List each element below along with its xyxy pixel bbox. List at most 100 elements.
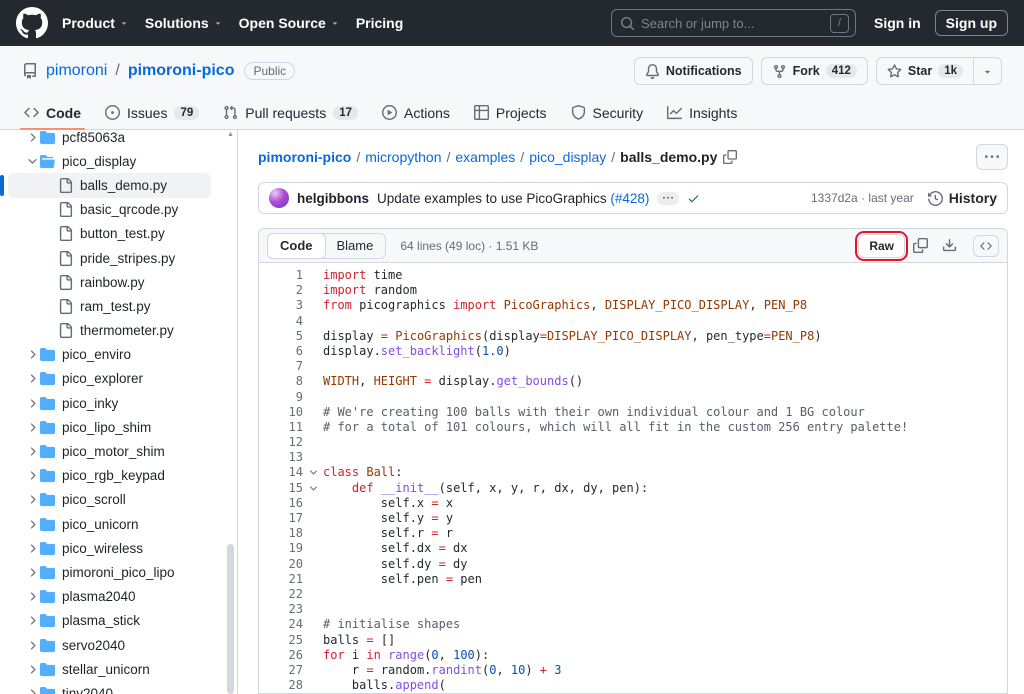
commit-author-link[interactable]: helgibbons — [297, 191, 369, 206]
line-number[interactable]: 2 — [259, 283, 303, 298]
notifications-button[interactable]: Notifications — [634, 57, 753, 85]
tree-item-pico_wireless[interactable]: pico_wireless — [8, 536, 211, 560]
fork-button[interactable]: Fork 412 — [761, 57, 868, 85]
fold-chevron-icon[interactable] — [303, 465, 323, 480]
line-number[interactable]: 3 — [259, 298, 303, 313]
global-search[interactable]: / — [611, 9, 856, 37]
tree-scrollbar[interactable]: ▲ — [226, 130, 235, 694]
copy-file-button[interactable] — [907, 234, 934, 257]
tab-actions[interactable]: Actions — [374, 96, 458, 129]
line-number[interactable]: 19 — [259, 541, 303, 556]
line-number[interactable]: 20 — [259, 557, 303, 572]
line-number[interactable]: 5 — [259, 329, 303, 344]
tree-item-rainbow.py[interactable]: rainbow.py — [8, 270, 211, 294]
line-number[interactable]: 15 — [259, 481, 303, 496]
line-number[interactable]: 26 — [259, 648, 303, 663]
chevron-right-icon[interactable] — [24, 687, 40, 694]
nav-item-product[interactable]: Product — [62, 15, 129, 31]
copy-path-icon[interactable] — [723, 150, 737, 164]
star-button[interactable]: Star 1k — [876, 57, 974, 85]
tab-blame[interactable]: Blame — [325, 234, 386, 258]
tree-item-tiny2040[interactable]: tiny2040 — [8, 681, 211, 694]
line-number[interactable]: 8 — [259, 374, 303, 389]
scrollbar-up-arrow[interactable]: ▲ — [226, 130, 235, 140]
chevron-right-icon[interactable] — [24, 566, 40, 579]
tree-item-pico_scroll[interactable]: pico_scroll — [8, 488, 211, 512]
tree-item-balls_demo.py[interactable]: balls_demo.py — [8, 173, 211, 197]
tree-item-servo2040[interactable]: servo2040 — [8, 633, 211, 657]
tab-insights[interactable]: Insights — [659, 96, 745, 129]
line-number[interactable]: 17 — [259, 511, 303, 526]
tree-item-plasma2040[interactable]: plasma2040 — [8, 585, 211, 609]
line-number[interactable]: 16 — [259, 496, 303, 511]
line-number[interactable]: 14 — [259, 465, 303, 480]
chevron-right-icon[interactable] — [24, 639, 40, 652]
tree-item-pico_display[interactable]: pico_display — [8, 149, 211, 173]
breadcrumb-segment-examples[interactable]: examples — [455, 149, 515, 165]
line-number[interactable]: 27 — [259, 663, 303, 678]
avatar[interactable] — [269, 188, 289, 208]
chevron-right-icon[interactable] — [24, 614, 40, 627]
tree-item-button_test.py[interactable]: button_test.py — [8, 222, 211, 246]
commit-message[interactable]: Update examples to use PicoGraphics (#42… — [377, 191, 649, 206]
nav-item-open-source[interactable]: Open Source — [239, 15, 340, 31]
line-number[interactable]: 28 — [259, 678, 303, 693]
breadcrumb-segment-micropython[interactable]: micropython — [365, 149, 441, 165]
tree-item-pico_enviro[interactable]: pico_enviro — [8, 343, 211, 367]
history-button[interactable]: History — [928, 190, 997, 206]
tree-item-pico_rgb_keypad[interactable]: pico_rgb_keypad — [8, 464, 211, 488]
line-number[interactable]: 18 — [259, 526, 303, 541]
line-number[interactable]: 21 — [259, 572, 303, 587]
commit-message-link[interactable]: Update examples to use PicoGraphics — [377, 191, 607, 206]
chevron-right-icon[interactable] — [24, 372, 40, 385]
tree-item-pico_motor_shim[interactable]: pico_motor_shim — [8, 439, 211, 463]
tree-item-stellar_unicorn[interactable]: stellar_unicorn — [8, 657, 211, 681]
line-number[interactable]: 6 — [259, 344, 303, 359]
chevron-right-icon[interactable] — [24, 469, 40, 482]
nav-item-pricing[interactable]: Pricing — [356, 15, 403, 31]
sign-up-button[interactable]: Sign up — [935, 10, 1008, 36]
star-dropdown-button[interactable] — [974, 57, 1002, 85]
commit-sha-age[interactable]: 1337d2a · last year — [811, 191, 914, 205]
chevron-right-icon[interactable] — [24, 663, 40, 676]
commit-pr-link[interactable]: (#428) — [610, 191, 649, 206]
chevron-right-icon[interactable] — [24, 445, 40, 458]
breadcrumb-segment-pico_display[interactable]: pico_display — [529, 149, 606, 165]
chevron-right-icon[interactable] — [24, 542, 40, 555]
line-number[interactable]: 24 — [259, 617, 303, 632]
tree-item-pimoroni_pico_lipo[interactable]: pimoroni_pico_lipo — [8, 560, 211, 584]
tree-item-pico_lipo_shim[interactable]: pico_lipo_shim — [8, 415, 211, 439]
tree-scrollbar-thumb[interactable] — [227, 544, 234, 694]
chevron-right-icon[interactable] — [24, 131, 40, 144]
chevron-right-icon[interactable] — [24, 518, 40, 531]
line-number[interactable]: 10 — [259, 405, 303, 420]
line-number[interactable]: 9 — [259, 390, 303, 405]
fold-chevron-icon[interactable] — [303, 481, 323, 496]
search-input[interactable] — [641, 16, 824, 31]
download-button[interactable] — [936, 234, 963, 257]
file-options-kebab-button[interactable] — [976, 144, 1008, 170]
breadcrumb-segment-pimoroni-pico[interactable]: pimoroni-pico — [258, 149, 351, 165]
nav-item-solutions[interactable]: Solutions — [145, 15, 223, 31]
tab-pull-requests[interactable]: Pull requests17 — [215, 96, 366, 129]
tab-code[interactable]: Code — [16, 96, 89, 129]
commit-sha[interactable]: 1337d2a — [811, 191, 858, 205]
chevron-right-icon[interactable] — [24, 493, 40, 506]
tree-item-pico_explorer[interactable]: pico_explorer — [8, 367, 211, 391]
tab-projects[interactable]: Projects — [466, 96, 555, 129]
github-logo-icon[interactable] — [16, 7, 48, 39]
line-number[interactable]: 1 — [259, 268, 303, 283]
tree-item-pico_unicorn[interactable]: pico_unicorn — [8, 512, 211, 536]
tree-item-thermometer.py[interactable]: thermometer.py — [8, 319, 211, 343]
tree-item-ram_test.py[interactable]: ram_test.py — [8, 294, 211, 318]
line-number[interactable]: 13 — [259, 450, 303, 465]
line-number[interactable]: 22 — [259, 587, 303, 602]
tree-item-pcf85063a[interactable]: pcf85063a — [8, 130, 211, 149]
tab-security[interactable]: Security — [563, 96, 652, 129]
line-number[interactable]: 25 — [259, 633, 303, 648]
checks-status-icon[interactable] — [687, 192, 700, 205]
commit-description-ellipsis-button[interactable] — [657, 192, 679, 205]
line-number[interactable]: 4 — [259, 314, 303, 329]
line-number[interactable]: 12 — [259, 435, 303, 450]
raw-button[interactable]: Raw — [858, 234, 905, 258]
